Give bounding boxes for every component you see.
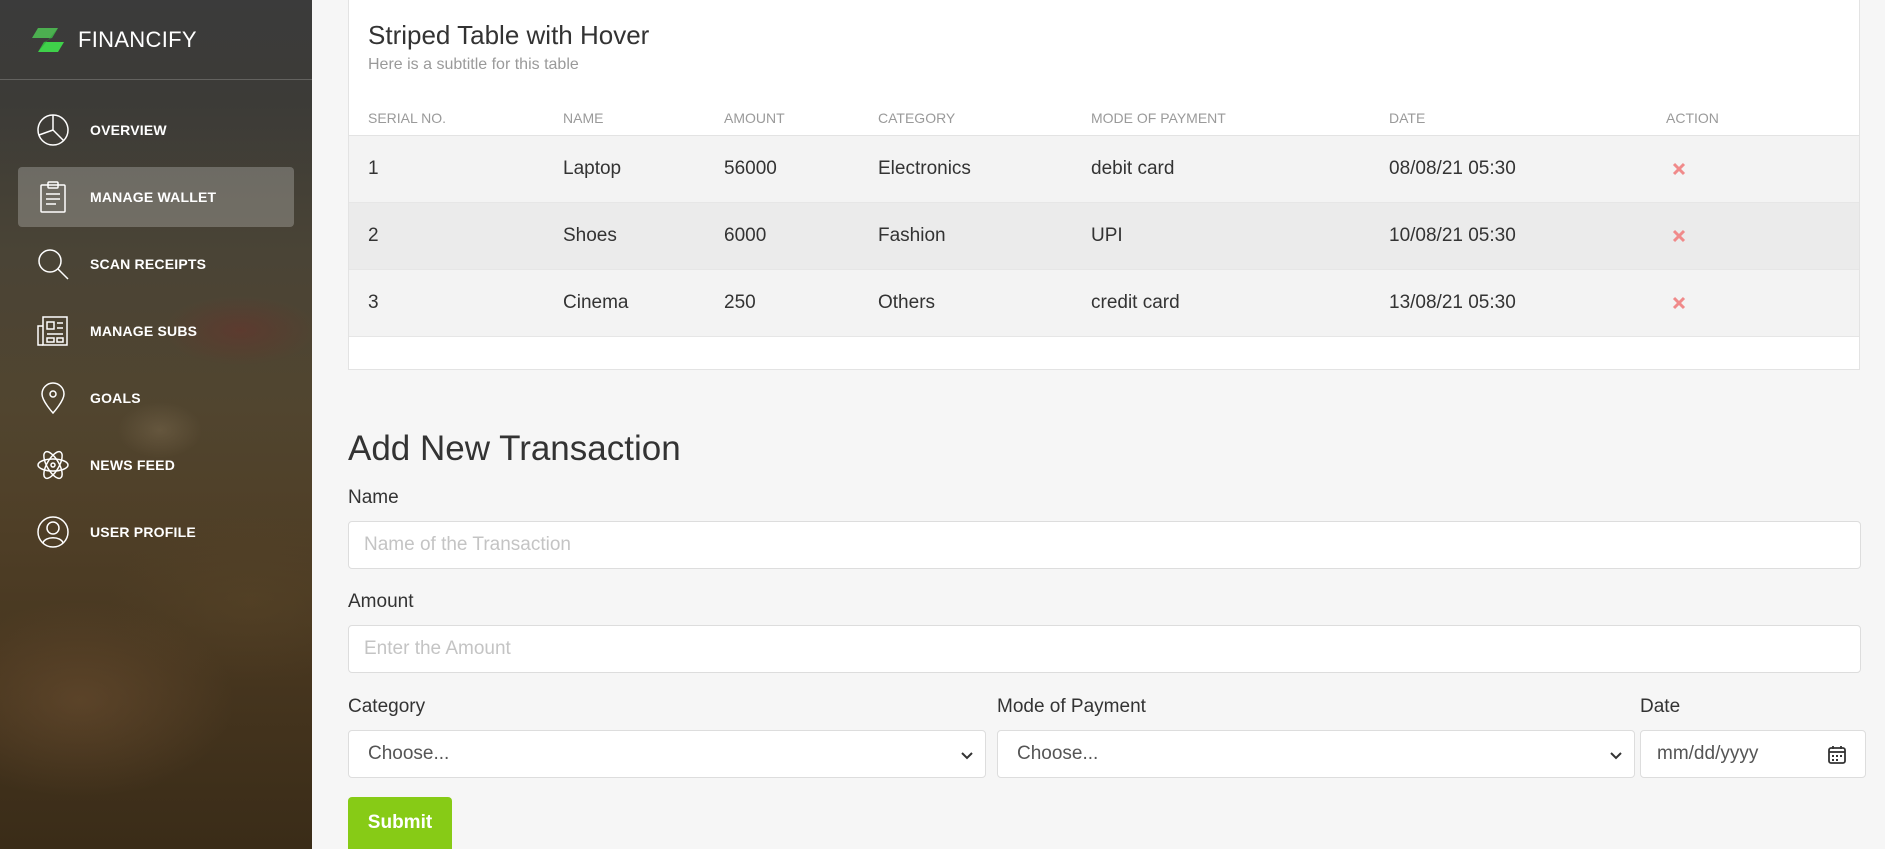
column-header: AMOUNT (724, 109, 785, 126)
sidebar-item-label: GOALS (90, 390, 141, 406)
sidebar-item-label: USER PROFILE (90, 524, 196, 540)
category-select-value: Choose... (368, 743, 450, 764)
date-label: Date (1640, 696, 1681, 717)
serial-cell: 2 (368, 225, 379, 246)
sidebar-item-user-profile[interactable]: USER PROFILE (18, 502, 294, 562)
sidebar-item-manage-subs[interactable]: MANAGE SUBS (18, 301, 294, 361)
map-pin-icon (41, 382, 65, 415)
column-header: MODE OF PAYMENT (1091, 109, 1226, 126)
amount-cell: 56000 (724, 158, 777, 179)
serial-cell: 3 (368, 292, 379, 313)
chevron-down-icon (1610, 752, 1622, 760)
table-header: SERIAL NO. NAME AMOUNT CATEGORY MODE OF … (349, 100, 1859, 136)
sidebar: FINANCIFY OVERVIEW MANAGE WALLET SCAN RE… (0, 0, 312, 849)
sidebar-item-overview[interactable]: OVERVIEW (18, 100, 294, 160)
form-title: Add New Transaction (348, 429, 681, 468)
sidebar-item-label: OVERVIEW (90, 122, 167, 138)
name-label: Name (348, 487, 399, 508)
category-cell: Electronics (878, 158, 971, 179)
sidebar-item-label: SCAN RECEIPTS (90, 256, 207, 272)
table-row[interactable]: 2 Shoes 6000 Fashion UPI 10/08/21 05:30 (349, 203, 1859, 270)
card-title: Striped Table with Hover (368, 20, 650, 50)
name-cell: Laptop (563, 158, 622, 179)
search-icon (38, 249, 69, 280)
mode-cell: debit card (1091, 158, 1175, 179)
amount-label: Amount (348, 591, 414, 612)
mode-cell: UPI (1091, 225, 1123, 246)
column-header: CATEGORY (878, 109, 956, 126)
newspaper-icon (37, 316, 68, 346)
amount-cell: 250 (724, 292, 756, 313)
date-placeholder: mm/dd/yyyy (1657, 743, 1759, 764)
column-header: DATE (1389, 109, 1426, 126)
table-row[interactable]: 1 Laptop 56000 Electronics debit card 08… (349, 136, 1859, 203)
atom-icon (37, 450, 69, 480)
column-header: SERIAL NO. (368, 109, 447, 126)
sidebar-item-scan-receipts[interactable]: SCAN RECEIPTS (18, 234, 294, 294)
delete-icon[interactable] (1671, 228, 1687, 244)
name-cell: Shoes (563, 225, 617, 246)
column-header: NAME (563, 109, 604, 126)
logo-icon (32, 27, 64, 52)
user-circle-icon (37, 516, 69, 548)
table-row[interactable]: 3 Cinema 250 Others credit card 13/08/21… (349, 270, 1859, 337)
sidebar-item-manage-wallet[interactable]: MANAGE WALLET (18, 167, 294, 227)
clipboard-icon (40, 181, 66, 213)
category-select[interactable]: Choose... (348, 730, 986, 778)
sidebar-item-news-feed[interactable]: NEWS FEED (18, 435, 294, 495)
date-input[interactable]: mm/dd/yyyy (1640, 730, 1866, 778)
sidebar-nav: OVERVIEW MANAGE WALLET SCAN RECEIPTS MAN… (0, 80, 312, 562)
sidebar-item-label: MANAGE WALLET (90, 189, 217, 205)
category-cell: Others (878, 292, 936, 313)
sidebar-item-label: MANAGE SUBS (90, 323, 198, 339)
sidebar-item-goals[interactable]: GOALS (18, 368, 294, 428)
sidebar-item-label: NEWS FEED (90, 457, 176, 473)
transactions-table: SERIAL NO. NAME AMOUNT CATEGORY MODE OF … (349, 100, 1859, 337)
mode-select-value: Choose... (1017, 743, 1099, 764)
calendar-icon[interactable] (1827, 745, 1847, 765)
delete-icon[interactable] (1671, 161, 1687, 177)
name-input[interactable] (348, 521, 1861, 569)
category-cell: Fashion (878, 225, 946, 246)
amount-cell: 6000 (724, 225, 767, 246)
date-cell: 13/08/21 05:30 (1389, 292, 1516, 313)
brand[interactable]: FINANCIFY (0, 0, 312, 80)
brand-name: FINANCIFY (78, 26, 197, 52)
mode-of-payment-label: Mode of Payment (997, 696, 1146, 717)
mode-cell: credit card (1091, 292, 1180, 313)
date-cell: 10/08/21 05:30 (1389, 225, 1516, 246)
amount-input[interactable] (348, 625, 1861, 673)
submit-button[interactable]: Submit (348, 797, 452, 849)
pie-chart-icon (37, 114, 69, 146)
transactions-card: Striped Table with Hover Here is a subti… (348, 0, 1860, 370)
card-subtitle: Here is a subtitle for this table (368, 56, 579, 73)
main-content: Striped Table with Hover Here is a subti… (312, 0, 1885, 849)
date-cell: 08/08/21 05:30 (1389, 158, 1516, 179)
delete-icon[interactable] (1671, 295, 1687, 311)
column-header: ACTION (1666, 109, 1719, 126)
chevron-down-icon (961, 752, 973, 760)
name-cell: Cinema (563, 292, 629, 313)
serial-cell: 1 (368, 158, 379, 179)
mode-of-payment-select[interactable]: Choose... (997, 730, 1635, 778)
category-label: Category (348, 696, 426, 717)
